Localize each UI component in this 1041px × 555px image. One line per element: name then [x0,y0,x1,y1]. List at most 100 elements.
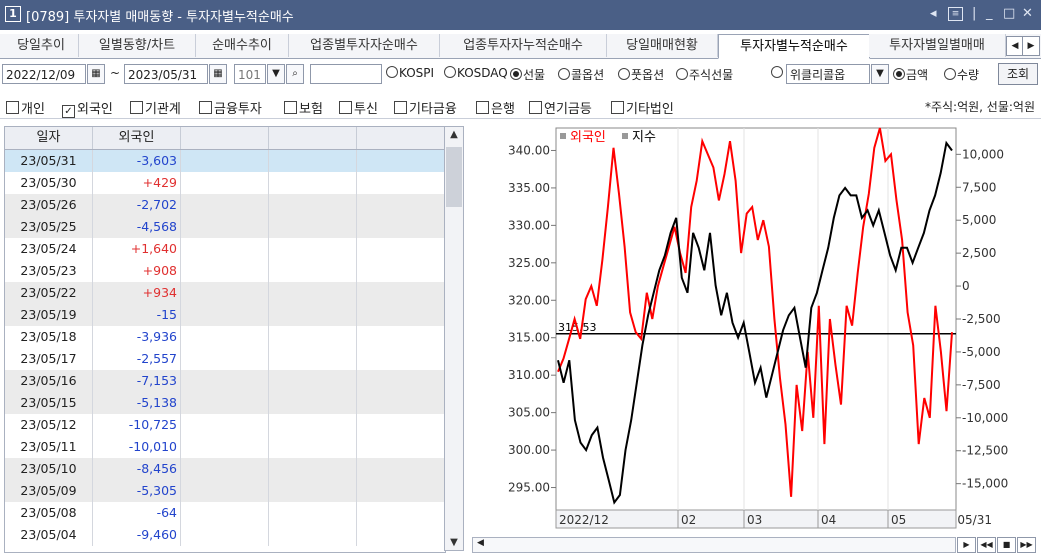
close-icon[interactable]: ✕ [1022,6,1033,21]
start-date-input[interactable]: 2022/12/09 [2,64,86,84]
tab-sector-cumulative[interactable]: 업종투자자누적순매수 [440,34,607,57]
checkbox-other-corp[interactable]: 기타법인 [611,98,674,117]
checkbox-bank[interactable]: 은행 [476,98,515,117]
radio-stock-futures[interactable]: 주식선물 [676,66,733,83]
radio-quantity[interactable]: 수량 [944,66,979,83]
scroll-left-icon[interactable]: ◀ [477,538,484,548]
left-tick-label: 300.00 [508,443,550,457]
checkbox-institution[interactable]: 기관계 [130,98,181,117]
table-row[interactable]: 23/05/22 +934 [5,282,445,304]
cell-empty [357,238,445,260]
checkbox-insurance[interactable]: 보험 [284,98,323,117]
table-row[interactable]: 23/05/12 -10,725 [5,414,445,436]
table-row[interactable]: 23/05/30 +429 [5,172,445,194]
chart-scroll-buttons: ▶ ◀◀ ■ ▶▶ [957,537,1039,553]
cell-empty [181,194,269,216]
cell-empty [181,392,269,414]
header-blank [269,127,357,149]
search-icon[interactable]: ⌕ [286,64,304,84]
left-tick-label: 310.00 [508,368,550,382]
tab-daily-trading[interactable]: 당일매매현황 [607,34,718,57]
checkbox-individual[interactable]: 개인 [6,98,45,117]
end-date-input[interactable]: 2023/05/31 [124,64,208,84]
query-button[interactable]: 조회 [998,63,1038,85]
rewind-icon[interactable]: ◀◀ [977,537,996,553]
maximize-icon[interactable]: □ [1003,6,1015,21]
cell-foreign: -3,936 [93,326,181,348]
table-row[interactable]: 23/05/17 -2,557 [5,348,445,370]
tab-investor-daily[interactable]: 투자자별일별매매 [869,34,1006,57]
table-row[interactable]: 23/05/23 +908 [5,260,445,282]
scroll-down-icon[interactable]: ▼ [445,537,463,548]
chart-scrollbar[interactable]: ◀ [472,537,956,553]
table-row[interactable]: 23/05/26 -2,702 [5,194,445,216]
table-row[interactable]: 23/05/04 -9,460 [5,524,445,546]
checkbox-foreign[interactable]: ✓ 외국인 [62,98,113,118]
radio-futures[interactable]: 선물 [510,66,545,83]
code-input[interactable]: 101 [234,64,266,84]
header-date[interactable]: 일자 [5,127,93,149]
tab-investor-cumulative[interactable]: 투자자별누적순매수 [718,34,870,59]
play-icon[interactable]: ▶ [957,537,976,553]
cell-empty [357,502,445,524]
menu-icon[interactable]: ≡ [948,7,963,21]
cell-empty [181,502,269,524]
minimize-icon[interactable]: _ [986,6,993,21]
cell-foreign: -10,010 [93,436,181,458]
table-row[interactable]: 23/05/19 -15 [5,304,445,326]
radio-dot-icon [676,68,688,80]
header-foreign[interactable]: 외국인 [93,127,181,149]
table-row[interactable]: 23/05/25 -4,568 [5,216,445,238]
table-row[interactable]: 23/05/18 -3,936 [5,326,445,348]
name-field[interactable] [310,64,382,84]
checkbox-other-finance[interactable]: 기타금융 [394,98,457,117]
radio-dot-icon [386,66,398,78]
tab-daily-chart[interactable]: 일별동향/차트 [79,34,196,57]
weekly-option-select[interactable]: 위클리콜옵 [786,64,870,84]
table-row[interactable]: 23/05/08 -64 [5,502,445,524]
cell-date: 23/05/24 [5,238,93,260]
tab-bar: 당일추이 일별동향/차트 순매수추이 업종별투자자순매수 업종투자자누적순매수 … [0,34,1041,59]
chevron-left-icon[interactable]: ◂ [930,6,937,21]
tab-sector-investor[interactable]: 업종별투자자순매수 [289,34,440,57]
fast-forward-icon[interactable]: ▶▶ [1017,537,1036,553]
checkbox-investment-trust[interactable]: 투신 [339,98,378,117]
chevron-down-icon[interactable]: ▼ [267,64,285,84]
calendar-icon[interactable]: ▦ [209,64,227,84]
radio-kospi[interactable]: KOSPI [386,66,434,80]
scroll-up-icon[interactable]: ▲ [445,129,463,140]
cell-foreign: -9,460 [93,524,181,546]
table-row[interactable]: 23/05/11 -10,010 [5,436,445,458]
checkbox-pension[interactable]: 연기금등 [529,98,592,117]
cell-empty [181,150,269,172]
table-row[interactable]: 23/05/16 -7,153 [5,370,445,392]
radio-weekly[interactable] [771,66,784,80]
tab-daily-trend[interactable]: 당일추이 [4,34,79,57]
calendar-icon[interactable]: ▦ [87,64,105,84]
left-tick-label: 330.00 [508,218,550,232]
cell-empty [357,436,445,458]
radio-call-option[interactable]: 콜옵션 [558,66,604,83]
divider-icon: | [972,6,977,21]
table-row[interactable]: 23/05/10 -8,456 [5,458,445,480]
table-row[interactable]: 23/05/24 +1,640 [5,238,445,260]
table-row[interactable]: 23/05/31 -3,603 [5,150,445,172]
checkbox-financial-investment[interactable]: 금융투자 [199,98,262,117]
radio-kosdaq[interactable]: KOSDAQ [444,66,508,80]
stop-icon[interactable]: ■ [997,537,1016,553]
cell-date: 23/05/16 [5,370,93,392]
x-tick-label: 04 [821,513,836,527]
radio-put-option[interactable]: 풋옵션 [618,66,664,83]
tab-net-buy-trend[interactable]: 순매수추이 [196,34,289,57]
table-scrollbar[interactable]: ▲ ▼ [444,126,464,551]
radio-dot-icon [510,68,522,80]
table-row[interactable]: 23/05/09 -5,305 [5,480,445,502]
cell-empty [269,260,357,282]
table-row[interactable]: 23/05/15 -5,138 [5,392,445,414]
cell-date: 23/05/10 [5,458,93,480]
cell-empty [269,458,357,480]
tab-next-icon[interactable]: ▶ [1022,36,1040,56]
scroll-thumb[interactable] [446,147,462,207]
radio-amount[interactable]: 금액 [893,66,928,83]
chevron-down-icon[interactable]: ▼ [871,64,889,84]
